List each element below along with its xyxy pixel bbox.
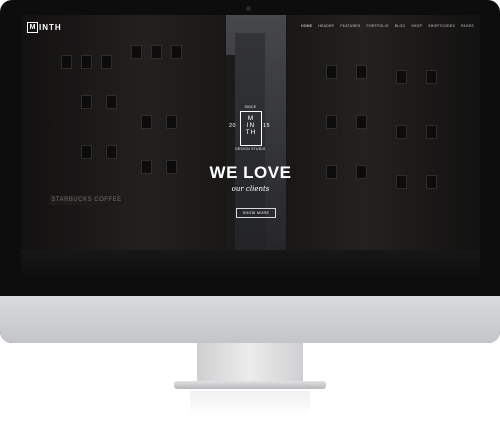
monitor-stand-foot [174, 381, 326, 389]
logo-mark: M [27, 21, 38, 33]
monitor-chin [0, 296, 500, 343]
emblem-year-left: 20 [229, 123, 237, 129]
nav-item-portfolio[interactable]: PORTFOLIO [367, 24, 389, 28]
nav-item-blog[interactable]: BLOG [395, 24, 406, 28]
nav-item-header[interactable]: HEADER [318, 24, 334, 28]
emblem-year-right: 15 [263, 123, 271, 129]
emblem-top-text: SINCE [244, 105, 257, 109]
hero-subtitle: our clients [231, 185, 270, 193]
main-nav: HOME HEADER FEATURES PORTFOLIO BLOG SHOP… [301, 24, 474, 28]
website-screen: STARBUCKS COFFEE M INTH HOME HEADER FEAT… [21, 15, 480, 280]
nav-item-shop[interactable]: SHOP [411, 24, 422, 28]
nav-item-home[interactable]: HOME [301, 24, 312, 28]
stand-reflection [190, 391, 310, 415]
camera-dot [246, 6, 251, 11]
emblem-letters: M IN TH [245, 115, 257, 136]
monitor-frame: STARBUCKS COFFEE M INTH HOME HEADER FEAT… [0, 0, 500, 343]
emblem-bottom-text: DESIGN STUDIO [235, 147, 266, 151]
nav-item-pages[interactable]: PAGES [461, 24, 474, 28]
nav-item-shortcodes[interactable]: SHORTCODES [428, 24, 455, 28]
monitor-stand-neck [197, 343, 303, 383]
site-logo[interactable]: M INTH [27, 21, 62, 33]
hero-emblem: SINCE M IN TH 20 15 DESIGN STUDIO [227, 105, 274, 156]
hero-title: WE LOVE [209, 163, 292, 182]
logo-text: INTH [39, 22, 62, 32]
emblem-box: M IN TH [240, 111, 262, 146]
nav-item-features[interactable]: FEATURES [340, 24, 360, 28]
show-more-button[interactable]: SHOW MORE [236, 208, 276, 218]
